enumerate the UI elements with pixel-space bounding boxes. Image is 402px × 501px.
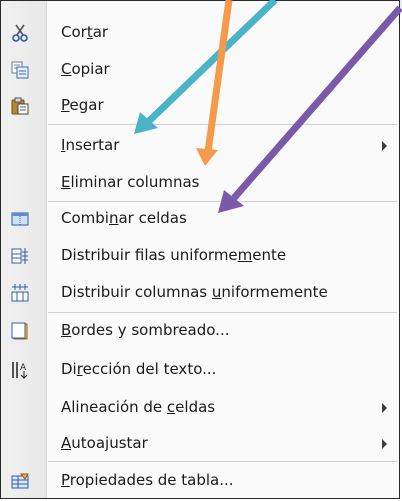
menu-item-insertar[interactable]: Insertar <box>1 128 399 164</box>
submenu-arrow-icon <box>382 403 387 413</box>
menu-item-pegar[interactable]: Pegar <box>1 88 399 124</box>
scissors-icon <box>12 24 28 42</box>
table-properties-icon <box>11 473 29 489</box>
menu-item-combinar-celdas[interactable]: Combinar celdas <box>1 201 399 237</box>
submenu-arrow-icon <box>382 141 387 151</box>
menu-item-copiar[interactable]: Copiar <box>1 52 399 88</box>
menu-item-label: Distribuir columnas uniformemente <box>61 283 328 301</box>
copy-icon <box>11 61 29 79</box>
menu-item-label: Bordes y sombreado... <box>61 321 230 339</box>
merge-cells-icon <box>11 212 29 226</box>
menu-item-distribuir-filas[interactable]: Distribuir filas uniformemente <box>1 238 399 274</box>
menu-item-label: Combinar celdas <box>61 209 187 227</box>
menu-item-label: Eliminar columnas <box>61 173 200 191</box>
text-direction-icon: A <box>12 362 28 379</box>
menu-item-distribuir-columnas[interactable]: Distribuir columnas uniformemente <box>1 275 399 311</box>
menu-item-label: Autoajustar <box>61 434 148 452</box>
submenu-arrow-icon <box>382 439 387 449</box>
borders-shading-icon <box>11 322 28 340</box>
menu-item-label: Distribuir filas uniformemente <box>61 246 287 264</box>
menu-item-direccion-texto[interactable]: A Dirección del texto... <box>1 352 399 388</box>
menu-item-alineacion-celdas[interactable]: Alineación de celdas <box>1 390 399 426</box>
menu-separator <box>48 461 397 462</box>
menu-item-label: Alineación de celdas <box>61 398 216 416</box>
menu-item-label: Cortar <box>61 23 109 41</box>
menu-item-label: Pegar <box>61 96 104 114</box>
distribute-columns-icon <box>11 284 29 302</box>
menu-item-label: Copiar <box>61 60 110 78</box>
menu-item-autoajustar[interactable]: Autoajustar <box>1 426 399 462</box>
context-menu: Cortar Copiar Pegar Insertar Eliminar co… <box>0 0 400 499</box>
menu-separator <box>48 124 397 125</box>
menu-item-bordes-sombreado[interactable]: Bordes y sombreado... <box>1 313 399 349</box>
menu-item-label: Insertar <box>61 136 120 154</box>
distribute-rows-icon <box>11 248 28 264</box>
menu-item-label: Dirección del texto... <box>61 360 217 378</box>
paste-icon <box>11 97 29 115</box>
menu-item-label: Propiedades de tabla... <box>61 471 234 489</box>
menu-item-propiedades-tabla[interactable]: Propiedades de tabla... <box>1 463 399 499</box>
menu-item-eliminar-columnas[interactable]: Eliminar columnas <box>1 165 399 201</box>
menu-item-cortar[interactable]: Cortar <box>1 15 399 51</box>
